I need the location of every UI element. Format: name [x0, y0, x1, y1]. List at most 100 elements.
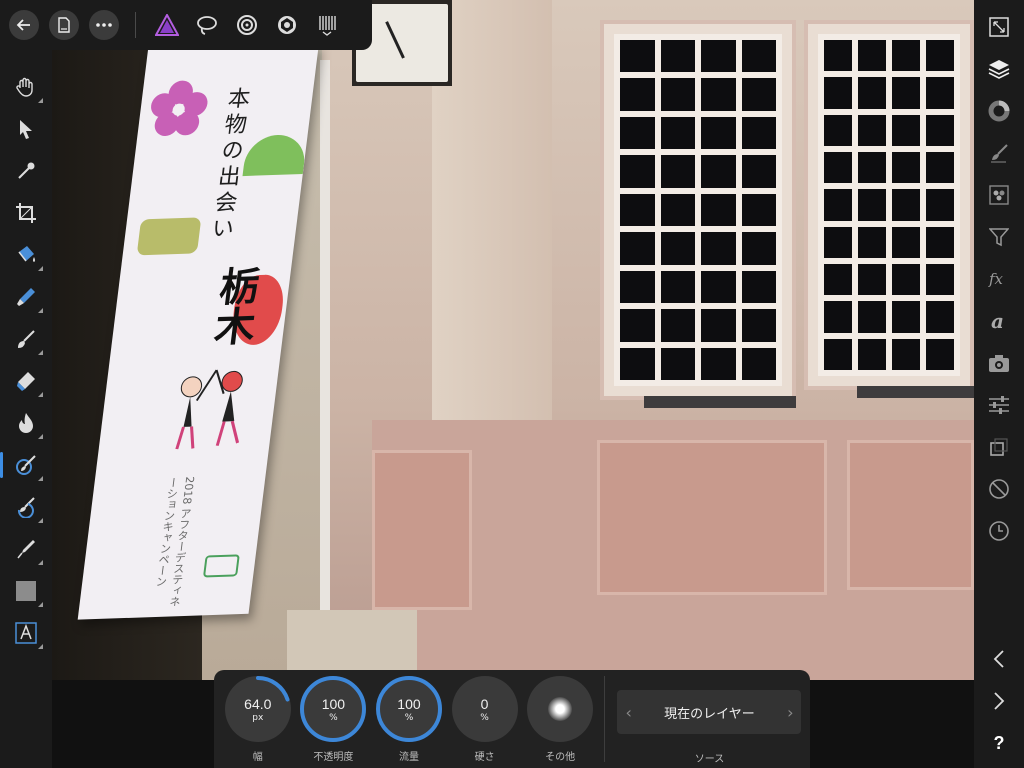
- tool-burn[interactable]: [6, 402, 46, 444]
- studio-snapshots[interactable]: [979, 342, 1019, 384]
- flood-fill-icon: [18, 246, 35, 262]
- studio-channels[interactable]: [979, 174, 1019, 216]
- tool-move[interactable]: [6, 108, 46, 150]
- tool-hand[interactable]: [6, 66, 46, 108]
- collapse-left-button[interactable]: [979, 638, 1019, 680]
- sliders-icon: [989, 396, 1009, 414]
- width-control[interactable]: 64.0 px 幅: [220, 676, 296, 768]
- flow-dial[interactable]: 100 %: [375, 676, 442, 742]
- studio-fit-view[interactable]: [979, 6, 1019, 48]
- tool-brush[interactable]: [6, 318, 46, 360]
- back-button[interactable]: [9, 10, 39, 40]
- document-canvas[interactable]: 本物の出会い 栃木 2018 アフターデスティネーションキャンペーン: [52, 0, 974, 680]
- fit-view-icon: [989, 17, 1009, 37]
- source-value: 現在のレイヤー: [664, 706, 755, 722]
- tone-mapping-persona-icon: [278, 16, 296, 34]
- source-prev-chevron-icon[interactable]: ‹: [625, 703, 631, 722]
- hardness-value: 0: [480, 695, 489, 712]
- studio-history[interactable]: [979, 510, 1019, 552]
- photo-window-sill: [644, 396, 796, 408]
- photo-window: [600, 20, 796, 400]
- studio-effects[interactable]: fx: [979, 258, 1019, 300]
- more-control[interactable]: その他: [522, 676, 598, 768]
- top-toolbar: [0, 0, 372, 50]
- tool-flyout-indicator: [38, 98, 43, 103]
- tool-healing-brush[interactable]: [6, 486, 46, 528]
- tool-flyout-indicator: [38, 434, 43, 439]
- more-icon: [96, 23, 112, 27]
- tool-pen[interactable]: [6, 528, 46, 570]
- tool-clone-brush[interactable]: [0, 444, 46, 486]
- tool-eraser[interactable]: [6, 360, 46, 402]
- help-button[interactable]: ?: [979, 722, 1019, 764]
- crop-icon: [16, 203, 36, 223]
- brush-preview-button[interactable]: [527, 676, 594, 742]
- studio-layers[interactable]: [979, 48, 1019, 90]
- tool-color-picker[interactable]: [6, 150, 46, 192]
- more-button[interactable]: [89, 10, 119, 40]
- studio-filters[interactable]: [979, 216, 1019, 258]
- prohibited-icon: [989, 479, 1009, 499]
- tool-flyout-indicator: [38, 560, 43, 565]
- export-persona-button[interactable]: [312, 10, 342, 40]
- tool-text[interactable]: [6, 612, 46, 654]
- source-label: ソース: [694, 754, 725, 765]
- tool-flyout-indicator: [38, 266, 43, 271]
- photo-wall-panel: [847, 440, 974, 590]
- photo-wall-panel: [372, 450, 472, 610]
- studio-restricted[interactable]: [979, 468, 1019, 510]
- banner-logo: [202, 554, 240, 578]
- opacity-unit: %: [329, 712, 338, 723]
- document-menu-button[interactable]: [49, 10, 79, 40]
- channels-icon: [989, 185, 1009, 205]
- width-dial[interactable]: 64.0 px: [224, 676, 291, 742]
- move-arrow-icon: [20, 120, 32, 139]
- tool-rectangle[interactable]: [6, 570, 46, 612]
- source-control: ‹ 現在のレイヤー › ソース: [615, 676, 804, 768]
- studio-color[interactable]: [979, 90, 1019, 132]
- flow-control[interactable]: 100 % 流量: [371, 676, 447, 768]
- photo-persona-button[interactable]: [152, 10, 182, 40]
- chevron-right-icon: [994, 692, 1005, 710]
- studio-brushes[interactable]: [979, 132, 1019, 174]
- pen-icon: [17, 540, 35, 559]
- text-tool-icon: [15, 622, 37, 644]
- tool-flyout-indicator: [38, 518, 43, 523]
- studio-text-styles[interactable]: a: [979, 300, 1019, 342]
- photo-window-sill: [857, 386, 974, 398]
- source-next-chevron-icon[interactable]: ›: [787, 703, 793, 722]
- brush-icon: [18, 330, 35, 348]
- liquify-persona-button[interactable]: [192, 10, 222, 40]
- flow-value: 100: [397, 695, 421, 712]
- svg-text:fx: fx: [988, 270, 1004, 288]
- clone-brush-icon: [16, 455, 36, 475]
- color-picker-icon: [18, 162, 35, 179]
- flower-illustration: [151, 80, 208, 136]
- history-clock-icon: [989, 521, 1009, 541]
- studio-transform[interactable]: [979, 426, 1019, 468]
- rectangle-shape-icon: [16, 581, 36, 601]
- studio-adjustments[interactable]: [979, 384, 1019, 426]
- opacity-dial[interactable]: 100 %: [300, 676, 367, 742]
- opacity-control[interactable]: 100 % 不透明度: [296, 676, 372, 768]
- source-selector[interactable]: ‹ 現在のレイヤー ›: [617, 690, 802, 734]
- tone-mapping-persona-button[interactable]: [272, 10, 302, 40]
- tool-flyout-indicator: [38, 602, 43, 607]
- tool-crop[interactable]: [6, 192, 46, 234]
- eraser-icon: [17, 372, 35, 391]
- studio-panel: fx a ?: [974, 0, 1024, 768]
- tool-flood-fill[interactable]: [6, 234, 46, 276]
- hardness-dial[interactable]: 0 %: [451, 676, 518, 742]
- hardness-control[interactable]: 0 % 硬さ: [447, 676, 523, 768]
- develop-persona-button[interactable]: [232, 10, 262, 40]
- brush-studio-icon: [991, 144, 1008, 163]
- liquify-persona-icon: [197, 16, 217, 35]
- tool-flyout-indicator: [38, 476, 43, 481]
- tool-paint-brush[interactable]: [6, 276, 46, 318]
- photo-window: [804, 20, 974, 390]
- flow-label: 流量: [398, 752, 419, 763]
- context-toolbar: 64.0 px 幅 100 % 不透明度 100 % 流量 0 % 硬さ その他: [214, 670, 810, 768]
- collapse-right-button[interactable]: [979, 680, 1019, 722]
- flame-icon: [19, 413, 33, 433]
- hardness-label: 硬さ: [474, 752, 495, 763]
